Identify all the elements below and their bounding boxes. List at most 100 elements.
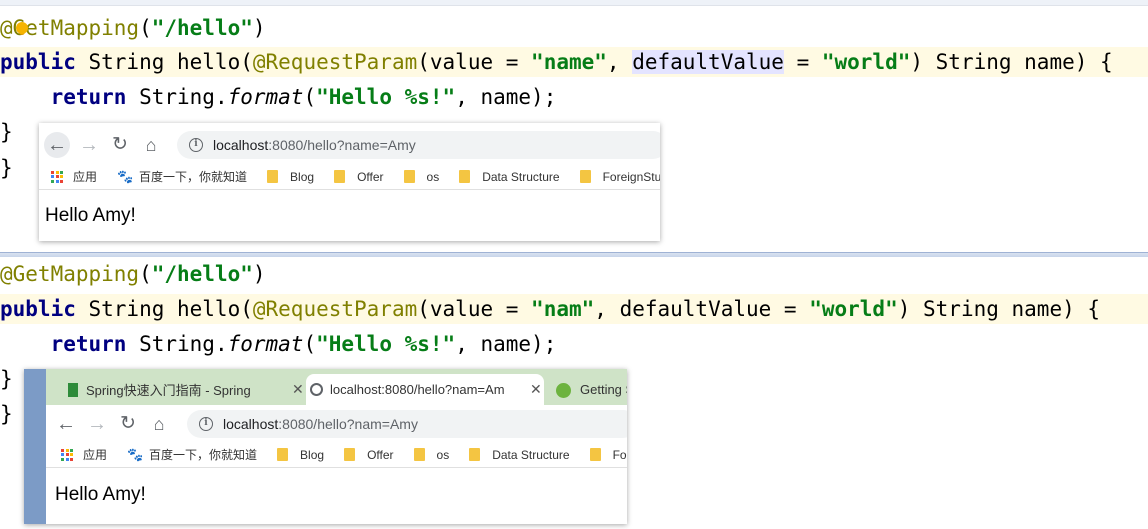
folder-icon [344, 448, 356, 461]
info-icon[interactable]: i [199, 417, 213, 431]
tab-localhost[interactable]: localhost:8080/hello?nam=Am ✕ [306, 374, 544, 405]
comma: , [594, 297, 620, 321]
code-line-return-2: return String.format("Hello %s!", name); [0, 329, 557, 359]
tab-label: Spring快速入门指南 - Spring [86, 383, 251, 398]
back-icon[interactable]: ← [53, 411, 79, 437]
window-frame [24, 369, 46, 524]
close-icon[interactable]: ✕ [530, 381, 542, 398]
method-format: format [227, 332, 304, 356]
reload-icon[interactable]: ↻ [115, 411, 141, 437]
bookmark-label: Fo [612, 447, 627, 462]
forward-icon[interactable]: → [76, 132, 102, 158]
equals: = [783, 50, 822, 74]
annotation-getmapping: @GetMapping [0, 262, 140, 286]
bookmark-label: Offer [357, 169, 384, 184]
bookmark-offer[interactable]: Offer [334, 169, 384, 184]
bookmark-label: Blog [300, 447, 325, 462]
forward-icon[interactable]: → [84, 411, 110, 437]
method-decl: String hello( [75, 297, 253, 321]
page-content: Hello Amy! [45, 205, 136, 226]
url-path: :8080/hello?nam=Amy [278, 416, 418, 432]
tab-strip: Spring快速入门指南 - Spring ✕ localhost:8080/h… [46, 369, 627, 405]
book-icon [68, 383, 78, 397]
bookmark-data-structure[interactable]: Data Structure [469, 447, 570, 462]
bookmark-blog[interactable]: Blog [277, 448, 324, 462]
editor-tab-strip [0, 0, 1148, 6]
keyword-public: public [0, 50, 76, 74]
back-icon[interactable]: ← [44, 132, 70, 158]
bookmark-label: Data Structure [492, 447, 570, 462]
folder-icon [277, 448, 289, 461]
bookmark-os[interactable]: os [413, 448, 449, 462]
bookmark-apps[interactable]: 应用 [51, 168, 97, 185]
code-line-close-1a: } [0, 120, 13, 144]
home-icon[interactable]: ⌂ [138, 132, 164, 158]
url-host: localhost [223, 416, 279, 432]
keyword-public: public [0, 297, 76, 321]
folder-icon [459, 170, 471, 183]
folder-icon [334, 170, 346, 183]
param-value-string: "name" [531, 50, 607, 74]
code-line-close-2b: } [0, 402, 13, 426]
code-line-signature-2: public String hello(@RequestParam(value … [0, 294, 1148, 324]
info-icon[interactable]: i [189, 138, 203, 152]
param-default-string: "world" [809, 297, 898, 321]
comma: , [606, 50, 633, 74]
url-host: localhost [213, 137, 269, 153]
bookmark-os[interactable]: os [403, 170, 439, 184]
signature-tail: ) String name) { [910, 50, 1113, 74]
address-bar[interactable]: i localhost:8080/hello?name=Amy [177, 131, 660, 159]
browser-window-1: ← → ↻ ⌂ i localhost:8080/hello?name=Amy … [39, 123, 660, 241]
bookmark-baidu[interactable]: 🐾 百度一下，你就知道 [117, 168, 247, 185]
signature-tail: ) String name) { [897, 297, 1101, 321]
spring-leaf-icon [556, 383, 571, 398]
bookmark-label: 百度一下，你就知道 [139, 170, 248, 184]
baidu-paw-icon: 🐾 [127, 446, 144, 462]
browser-window-2: Spring快速入门指南 - Spring ✕ localhost:8080/h… [24, 369, 627, 524]
bookmark-label: Data Structure [482, 169, 560, 184]
bookmark-offer[interactable]: Offer [344, 448, 394, 462]
reload-icon[interactable]: ↻ [107, 132, 133, 158]
bookmark-data-structure[interactable]: Data Structure [459, 169, 560, 184]
code-line-annotation-2: @GetMapping("/hello") [0, 262, 266, 286]
path-string: "/hello" [151, 16, 253, 40]
address-bar[interactable]: i localhost:8080/hello?nam=Amy [187, 410, 627, 438]
globe-icon [310, 383, 323, 396]
keyword-return: return [50, 85, 127, 109]
method-format: format [227, 85, 304, 109]
bookmark-label: Blog [290, 169, 315, 184]
folder-icon [267, 170, 279, 183]
paren: ( [303, 85, 317, 109]
folder-icon [469, 448, 481, 461]
code-line-signature-1: public String hello(@RequestParam(value … [0, 47, 1148, 77]
annotation-requestparam: @RequestParam [252, 50, 418, 74]
home-icon[interactable]: ⌂ [146, 411, 172, 437]
bookmark-foreignstu[interactable]: ForeignStu [579, 170, 660, 184]
equals: = [771, 297, 810, 321]
method-decl: String hello( [75, 50, 253, 74]
paren: ( [303, 332, 317, 356]
bookmark-label: 应用 [73, 170, 98, 184]
bookmark-apps[interactable]: 应用 [61, 446, 107, 463]
return-type: String. [126, 332, 228, 356]
tab-getting-started[interactable]: Getting St [544, 374, 627, 405]
bookmark-label: 应用 [83, 448, 108, 462]
bookmark-blog[interactable]: Blog [267, 170, 314, 184]
bookmarks-bar: 应用 🐾 百度一下，你就知道 Blog Offer os Data Struct… [39, 164, 660, 190]
folder-icon [579, 170, 591, 183]
code-line-return-1: return String.format("Hello %s!", name); [0, 82, 557, 112]
param-value-key: (value = [417, 297, 532, 321]
tab-label: Getting St [580, 382, 627, 397]
param-value-key: (value = [417, 50, 532, 74]
lightbulb-icon[interactable] [16, 22, 28, 34]
keyword-return: return [50, 332, 127, 356]
bookmark-fo[interactable]: Fo [589, 447, 627, 462]
return-type: String. [126, 85, 228, 109]
close-icon[interactable]: ✕ [292, 381, 304, 398]
format-string: "Hello %s!" [316, 332, 456, 356]
folder-icon [403, 170, 415, 183]
baidu-paw-icon: 🐾 [117, 168, 134, 184]
bookmark-baidu[interactable]: 🐾 百度一下，你就知道 [127, 446, 257, 463]
tab-spring-guide[interactable]: Spring快速入门指南 - Spring ✕ [66, 374, 306, 405]
return-tail: , name); [455, 332, 557, 356]
